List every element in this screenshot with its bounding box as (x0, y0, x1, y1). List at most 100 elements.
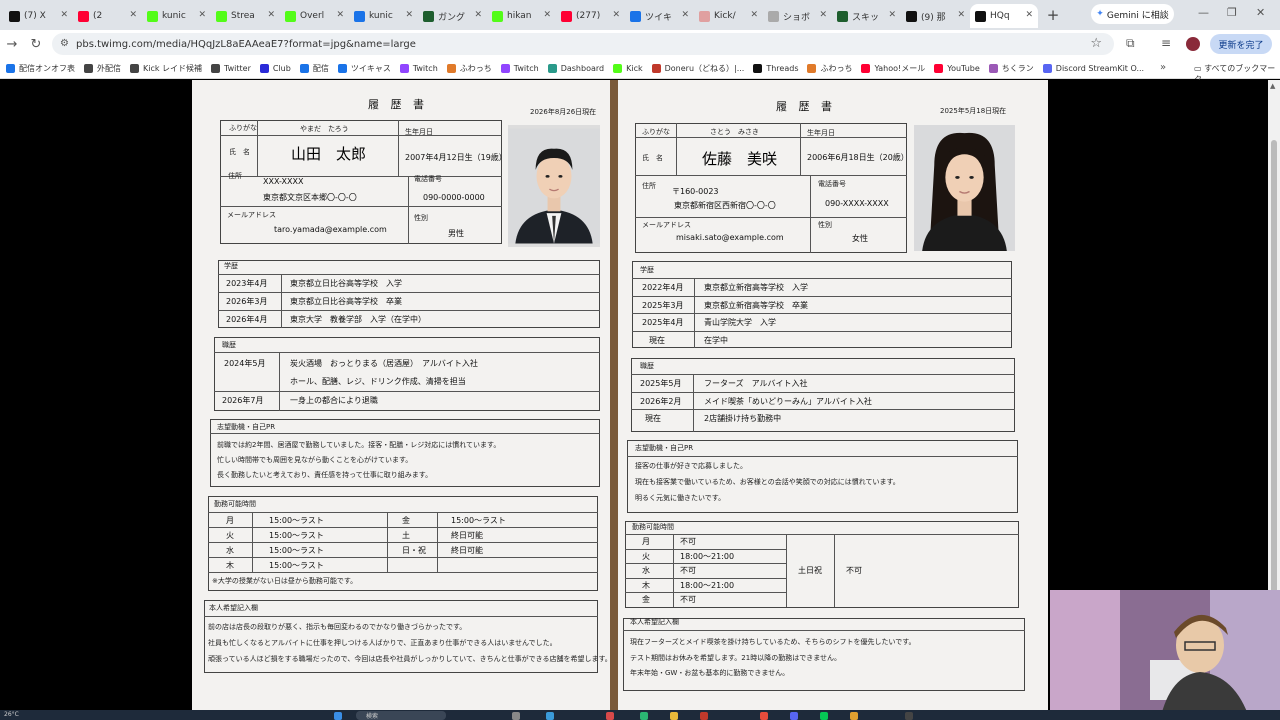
app-icon[interactable] (606, 712, 614, 720)
gemini-button[interactable]: ✦ Gemini に相談 (1091, 4, 1174, 24)
tab-close-icon[interactable]: ✕ (750, 10, 758, 20)
update-button[interactable]: 更新を完了 (1210, 34, 1272, 54)
tab-13[interactable]: (9) 那 ✕ (901, 4, 970, 28)
tab-close-icon[interactable]: ✕ (267, 10, 275, 20)
tab-close-icon[interactable]: ✕ (681, 10, 689, 20)
bookmark-item[interactable]: Discord StreamKit O... (1042, 63, 1144, 74)
bookmark-item[interactable]: ふわっち (807, 63, 852, 74)
bookmark-item[interactable]: Doneru（どねる）|... (651, 63, 744, 74)
table-rule (632, 313, 1012, 314)
scroll-up-icon[interactable]: ▲ (1270, 82, 1275, 90)
tab-close-icon[interactable]: ✕ (819, 10, 827, 20)
bookmark-label: 配信オンオフ表 (19, 63, 75, 73)
chrome-icon[interactable] (640, 712, 648, 720)
tab-title: スキッ (852, 12, 880, 23)
bookmark-label: 配信 (312, 63, 329, 73)
tab-5[interactable]: kunic ✕ (349, 4, 418, 28)
tab-close-icon[interactable]: ✕ (888, 10, 896, 20)
tab-close-icon[interactable]: ✕ (405, 10, 413, 20)
bookmark-item[interactable]: ツイキャス (337, 63, 391, 74)
phone-value: 090-XXXX-XXXX (825, 199, 889, 208)
education-date: 2025年4月 (642, 318, 684, 327)
folder-icon[interactable] (670, 712, 678, 720)
line-icon[interactable] (820, 712, 828, 720)
work-entry: ホール、配膳、レジ、ドリンク作成、清掃を担当 (290, 377, 466, 386)
gender-label: 性別 (414, 214, 428, 222)
tab-1[interactable]: (2 ✕ (73, 4, 142, 28)
tab-11[interactable]: ショボ ✕ (763, 4, 832, 28)
edge-icon[interactable] (546, 712, 554, 720)
bookmark-favicon-icon (934, 63, 944, 73)
tab-9[interactable]: ツイキ ✕ (625, 4, 694, 28)
minimize-button[interactable]: — (1198, 6, 1209, 19)
tab-close-icon[interactable]: ✕ (612, 10, 620, 20)
tab-0[interactable]: (7) X ✕ (4, 4, 73, 28)
app-icon[interactable] (850, 712, 858, 720)
tab-14[interactable]: HQq ✕ (970, 4, 1038, 28)
table-rule (208, 542, 598, 543)
tab-search-icon[interactable]: ≡ (1161, 36, 1171, 50)
bookmark-item[interactable]: Yahoo!メール (861, 63, 925, 74)
table-rule (673, 534, 674, 607)
bookmark-item[interactable]: Twitch (399, 63, 438, 74)
bookmark-item[interactable]: Kick レイド候補 (130, 63, 202, 74)
close-window-button[interactable]: ✕ (1256, 6, 1265, 19)
extensions-icon[interactable]: ⧉ (1126, 36, 1135, 51)
app-icon[interactable] (760, 712, 768, 720)
bookmark-item[interactable]: 配信 (299, 63, 329, 74)
bookmark-label: ちくラン (1001, 63, 1034, 73)
bookmark-item[interactable]: Dashboard (547, 63, 604, 74)
taskbar-search[interactable]: 検索 (356, 711, 446, 720)
back-button[interactable]: → (0, 37, 24, 52)
birth-value: 2006年6月18日生（20歳） (807, 153, 909, 162)
bookmark-favicon-icon (651, 63, 661, 73)
taskview-icon[interactable] (512, 712, 520, 720)
reload-button[interactable]: ↻ (24, 37, 48, 52)
tab-12[interactable]: スキッ ✕ (832, 4, 901, 28)
browser-toolbar: → ↻ ⚙ pbs.twimg.com/media/HQqJzL8aEAAeaE… (0, 30, 1280, 58)
bookmark-label: 外配信 (97, 63, 121, 73)
bookmark-star-icon[interactable]: ☆ (1090, 36, 1102, 51)
bookmark-item[interactable]: Threads (753, 63, 798, 74)
furigana-value: やまだ たろう (300, 125, 349, 133)
tab-8[interactable]: (277) ✕ (556, 4, 625, 28)
tab-close-icon[interactable]: ✕ (957, 10, 965, 20)
portrait-photo-male (508, 125, 600, 247)
discord-icon[interactable] (790, 712, 798, 720)
bookmark-item[interactable]: Twitch (500, 63, 539, 74)
app-icon[interactable] (905, 712, 913, 720)
new-tab-button[interactable]: + (1042, 6, 1064, 24)
bookmark-item[interactable]: Twitter (211, 63, 251, 74)
scroll-thumb[interactable] (1271, 140, 1277, 610)
work-entry: 一身上の都合により退職 (290, 396, 378, 405)
bookmark-item[interactable]: Kick (613, 63, 643, 74)
bookmark-item[interactable]: Club (259, 63, 291, 74)
tab-close-icon[interactable]: ✕ (1025, 10, 1033, 20)
tab-close-icon[interactable]: ✕ (336, 10, 344, 20)
bookmark-item[interactable]: 配信オンオフ表 (6, 63, 75, 74)
bookmark-item[interactable]: ふわっち (446, 63, 492, 74)
bookmark-item[interactable]: 外配信 (84, 63, 121, 74)
tab-3[interactable]: Strea ✕ (211, 4, 280, 28)
maximize-button[interactable]: ❐ (1227, 6, 1237, 19)
name-label: 氏 名 (642, 154, 663, 162)
tab-close-icon[interactable]: ✕ (129, 10, 137, 20)
tab-2[interactable]: kunic ✕ (142, 4, 211, 28)
tab-7[interactable]: hikan ✕ (487, 4, 556, 28)
start-icon[interactable] (334, 712, 342, 720)
profile-avatar[interactable] (1186, 37, 1200, 51)
resume-title: 履 歴 書 (776, 100, 836, 113)
tab-close-icon[interactable]: ✕ (474, 10, 482, 20)
site-info-icon[interactable]: ⚙ (60, 38, 69, 49)
tab-10[interactable]: Kick/ ✕ (694, 4, 763, 28)
tab-4[interactable]: Overl ✕ (280, 4, 349, 28)
bookmark-item[interactable]: YouTube (934, 63, 980, 74)
tab-close-icon[interactable]: ✕ (198, 10, 206, 20)
more-bookmarks-icon[interactable]: » (1160, 62, 1166, 73)
tab-close-icon[interactable]: ✕ (543, 10, 551, 20)
bookmark-item[interactable]: ちくラン (988, 63, 1034, 74)
tab-close-icon[interactable]: ✕ (60, 10, 68, 20)
address-bar[interactable]: ⚙ pbs.twimg.com/media/HQqJzL8aEAAeaE7?fo… (52, 33, 1114, 55)
app-icon[interactable] (700, 712, 708, 720)
tab-6[interactable]: ガング ✕ (418, 4, 487, 28)
